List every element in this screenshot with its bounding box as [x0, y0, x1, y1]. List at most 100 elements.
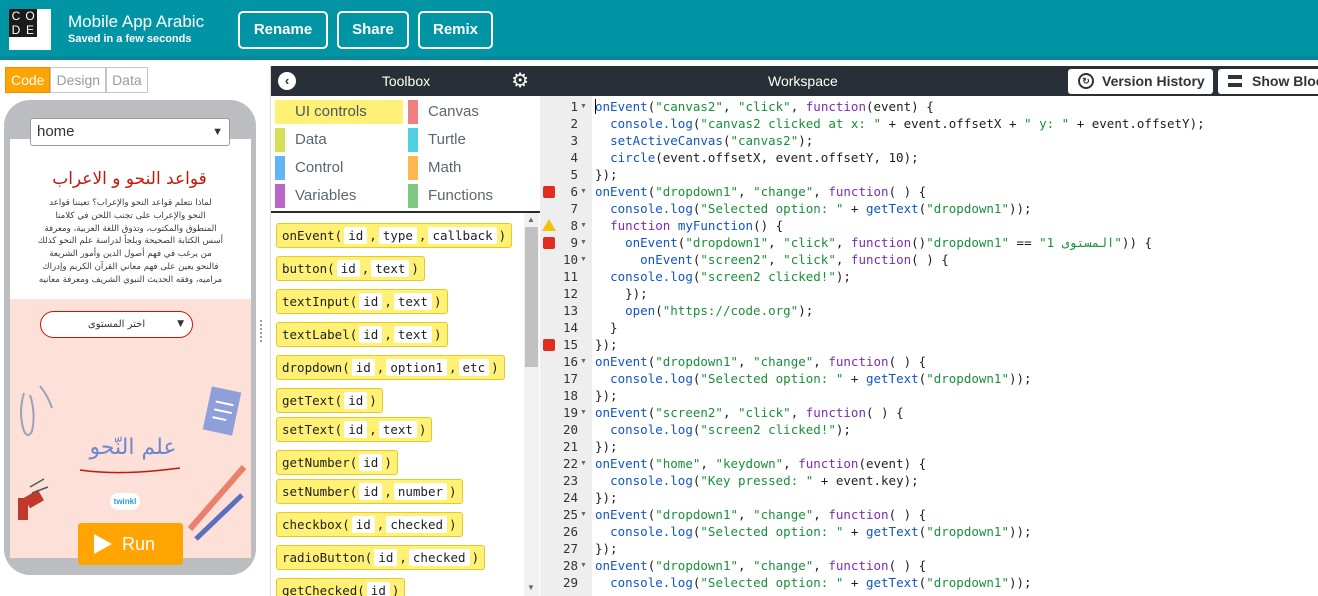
gutter-row[interactable]: 26	[540, 523, 592, 540]
gutter-row[interactable]: 13	[540, 302, 592, 319]
gutter-row[interactable]: 24	[540, 489, 592, 506]
code-line[interactable]: console.log("canvas2 clicked at x: " + e…	[592, 115, 1318, 132]
gutter-row[interactable]: 25 ▼	[540, 506, 592, 523]
gutter-row[interactable]: 5	[540, 166, 592, 183]
block-param[interactable]: id	[359, 293, 383, 310]
gutter-row[interactable]: 28 ▼	[540, 557, 592, 574]
code-org-logo[interactable]: C O D E	[9, 9, 51, 50]
block-setnumber[interactable]: setNumber(id, number)	[276, 479, 463, 504]
block-param[interactable]: id	[344, 227, 368, 244]
block-param[interactable]: id	[351, 359, 375, 376]
gutter-row[interactable]: 6 ▼	[540, 183, 592, 200]
category-variables[interactable]: Variables	[275, 184, 403, 208]
fold-toggle-icon[interactable]: ▼	[580, 353, 587, 370]
block-dropdown[interactable]: dropdown(id, option1, etc)	[276, 355, 505, 380]
code-line[interactable]: console.log("Selected option: " + getTex…	[592, 200, 1318, 217]
fold-toggle-icon[interactable]: ▼	[580, 404, 587, 421]
category-ui-controls[interactable]: UI controls	[275, 100, 403, 124]
category-data[interactable]: Data	[275, 128, 403, 152]
block-param[interactable]: id	[359, 483, 383, 500]
tab-design[interactable]: Design	[50, 67, 107, 93]
block-getchecked[interactable]: getChecked(id)	[276, 578, 406, 596]
block-param[interactable]: text	[371, 260, 410, 277]
fold-toggle-icon[interactable]: ▼	[580, 506, 587, 523]
collapse-toolbox-icon[interactable]: ‹	[278, 72, 296, 90]
block-checkbox[interactable]: checkbox(id, checked)	[276, 512, 463, 537]
block-param[interactable]: checked	[386, 516, 448, 533]
block-param[interactable]: id	[374, 549, 398, 566]
gutter-row[interactable]: 12	[540, 285, 592, 302]
code-line[interactable]: console.log("Selected option: " + getTex…	[592, 574, 1318, 591]
block-param[interactable]: id	[336, 260, 360, 277]
code-line[interactable]: });	[592, 540, 1318, 557]
rename-button[interactable]: Rename	[238, 11, 328, 49]
show-blocks-button[interactable]: Show Blocks	[1218, 69, 1318, 94]
block-settext[interactable]: setText(id, text)	[276, 417, 433, 442]
block-param[interactable]: number	[393, 483, 448, 500]
code-line[interactable]: function myFunction() {	[592, 217, 1318, 234]
block-param[interactable]: id	[359, 454, 383, 471]
share-button[interactable]: Share	[337, 11, 409, 49]
category-control[interactable]: Control	[275, 156, 403, 180]
code-line[interactable]: onEvent("screen2", "click", function( ) …	[592, 251, 1318, 268]
code-line[interactable]: console.log("Selected option: " + getTex…	[592, 523, 1318, 540]
fold-toggle-icon[interactable]: ▼	[580, 217, 587, 234]
gutter-row[interactable]: 18	[540, 387, 592, 404]
code-line[interactable]: onEvent("screen2", "click", function( ) …	[592, 404, 1318, 421]
block-param[interactable]: id	[366, 582, 390, 596]
code-line[interactable]: console.log("screen2 clicked!");	[592, 421, 1318, 438]
scroll-up-icon[interactable]: ▲	[527, 215, 535, 224]
gutter-row[interactable]: 8 ▼	[540, 217, 592, 234]
block-param[interactable]: text	[393, 293, 432, 310]
code-line[interactable]: });	[592, 285, 1318, 302]
gutter-row[interactable]: 23	[540, 472, 592, 489]
block-param[interactable]: callback	[428, 227, 497, 244]
code-line[interactable]: });	[592, 438, 1318, 455]
gutter-row[interactable]: 4	[540, 149, 592, 166]
code-editor[interactable]: onEvent("canvas2", "click", function(eve…	[592, 96, 1318, 596]
block-param[interactable]: id	[344, 421, 368, 438]
code-line[interactable]: });	[592, 489, 1318, 506]
fold-toggle-icon[interactable]: ▼	[580, 234, 587, 251]
level-dropdown[interactable]: اختر المستوى ▼	[40, 311, 193, 338]
code-line[interactable]: onEvent("dropdown1", "change", function(…	[592, 557, 1318, 574]
gutter-row[interactable]: 9 ▼	[540, 234, 592, 251]
block-textlabel[interactable]: textLabel(id, text)	[276, 322, 448, 347]
code-line[interactable]: onEvent("canvas2", "click", function(eve…	[592, 98, 1318, 115]
category-canvas[interactable]: Canvas	[408, 100, 536, 124]
block-onevent[interactable]: onEvent(id, type, callback)	[276, 223, 513, 248]
code-line[interactable]: circle(event.offsetX, event.offsetY, 10)…	[592, 149, 1318, 166]
fold-toggle-icon[interactable]: ▼	[580, 251, 587, 268]
gutter-row[interactable]: 20	[540, 421, 592, 438]
block-param[interactable]: text	[393, 326, 432, 343]
block-param[interactable]: option1	[386, 359, 448, 376]
gutter-row[interactable]: 2	[540, 115, 592, 132]
remix-button[interactable]: Remix	[418, 11, 493, 49]
gutter-row[interactable]: 14	[540, 319, 592, 336]
code-line[interactable]: setActiveCanvas("canvas2");	[592, 132, 1318, 149]
block-param[interactable]: type	[378, 227, 417, 244]
code-line[interactable]: onEvent("dropdown1", "change", function(…	[592, 353, 1318, 370]
block-param[interactable]: id	[359, 326, 383, 343]
resize-grip[interactable]	[260, 320, 264, 342]
screen-dropdown[interactable]: home ▼	[30, 118, 230, 146]
gutter-row[interactable]: 27	[540, 540, 592, 557]
fold-toggle-icon[interactable]: ▼	[580, 455, 587, 472]
category-functions[interactable]: Functions	[408, 184, 536, 208]
code-line[interactable]: });	[592, 166, 1318, 183]
block-param[interactable]: etc	[458, 359, 490, 376]
block-gettext[interactable]: getText(id)	[276, 388, 383, 413]
gutter-row[interactable]: 1 ▼	[540, 98, 592, 115]
code-line[interactable]: onEvent("dropdown1", "click", function()…	[592, 234, 1318, 251]
block-radiobutton[interactable]: radioButton(id, checked)	[276, 545, 486, 570]
code-line[interactable]: open("https://code.org");	[592, 302, 1318, 319]
code-line[interactable]: console.log("Selected option: " + getTex…	[592, 370, 1318, 387]
block-button[interactable]: button(id, text)	[276, 256, 425, 281]
block-param[interactable]: checked	[408, 549, 470, 566]
block-param[interactable]: id	[351, 516, 375, 533]
toolbox-scrollbar[interactable]: ▲ ▼	[524, 213, 539, 596]
code-line[interactable]: onEvent("dropdown1", "change", function(…	[592, 506, 1318, 523]
gutter-row[interactable]: 3	[540, 132, 592, 149]
category-math[interactable]: Math	[408, 156, 536, 180]
gutter-row[interactable]: 29	[540, 574, 592, 591]
